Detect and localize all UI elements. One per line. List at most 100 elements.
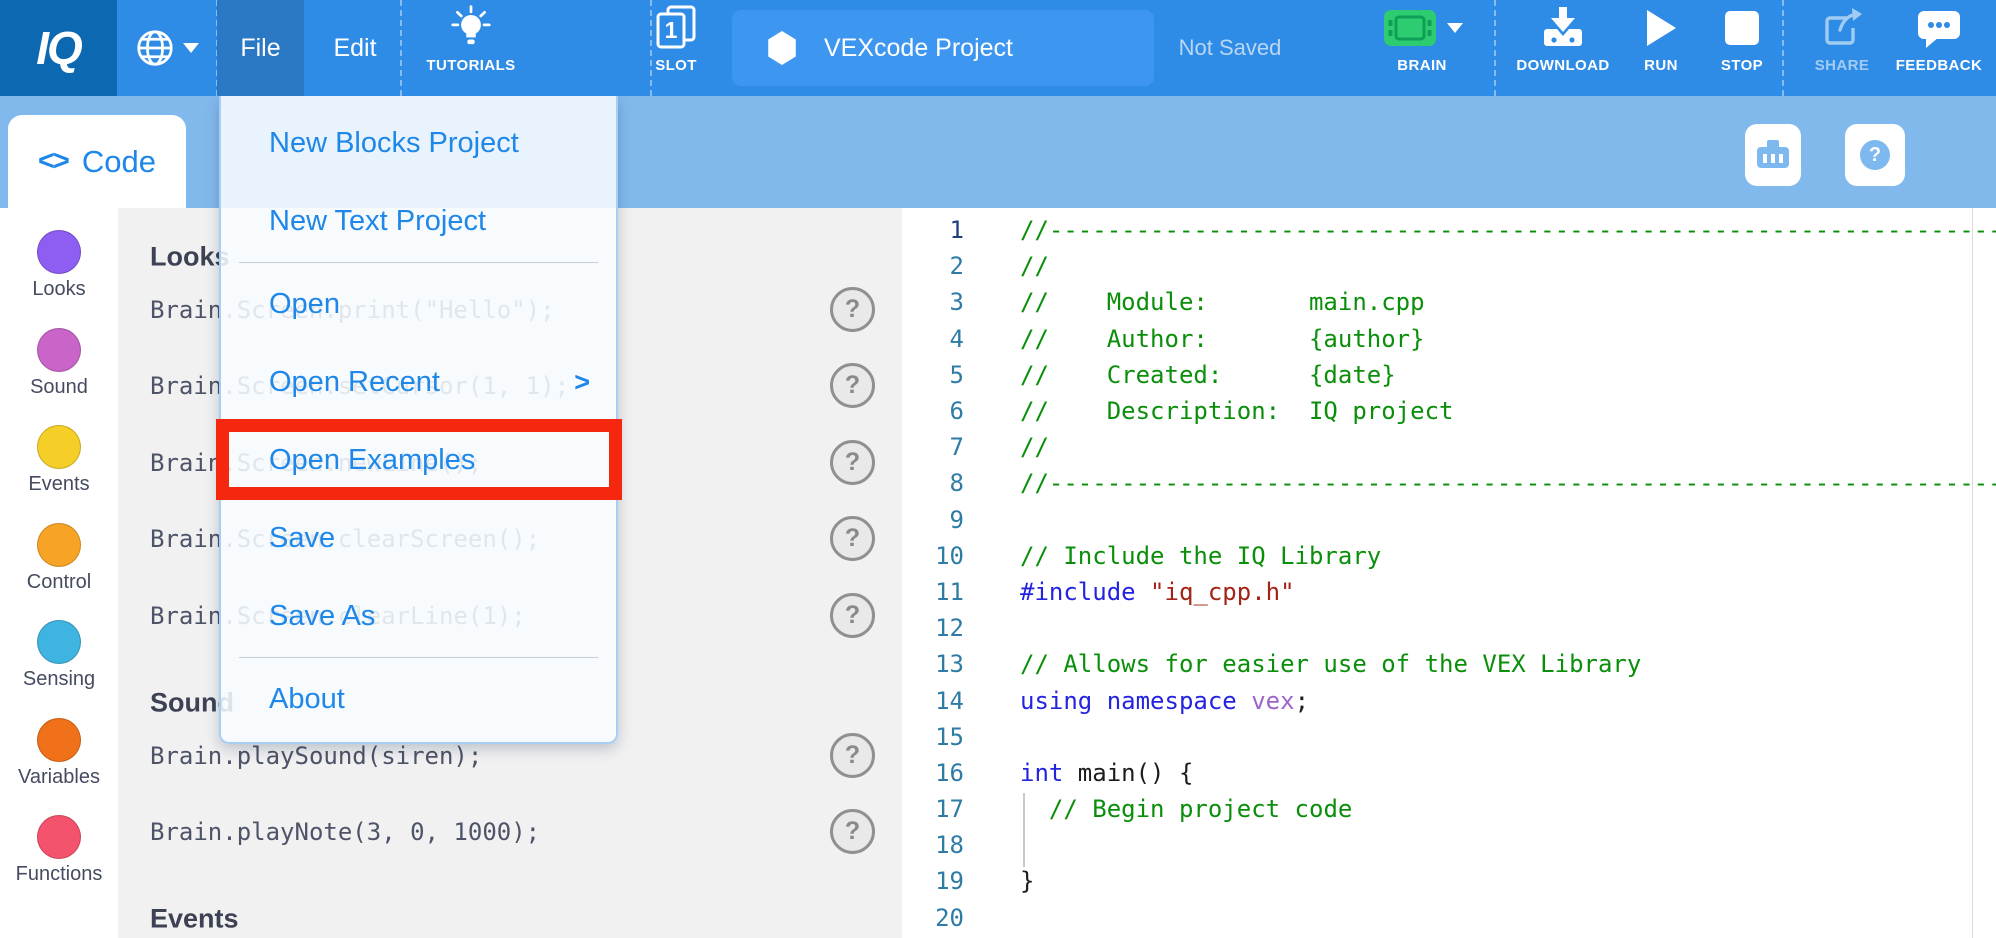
section-header-looks: Looks	[150, 242, 230, 273]
command-help-button[interactable]: ?	[830, 593, 875, 638]
stop-button[interactable]: STOP	[1707, 0, 1777, 96]
line-number: 6	[902, 397, 964, 425]
edit-menu-button[interactable]: Edit	[307, 0, 403, 96]
command-help-button[interactable]: ?	[830, 516, 875, 561]
chevron-down-icon	[183, 43, 199, 53]
menu-item-label: About	[269, 683, 345, 716]
slot-icon: 1	[652, 3, 700, 53]
line-code: int main() {	[1020, 759, 1193, 787]
feedback-button[interactable]: FEEDBACK	[1884, 0, 1994, 96]
line-code: // Include the IQ Library	[1020, 542, 1381, 570]
lightbulb-icon	[448, 4, 494, 52]
slot-button[interactable]: 1 SLOT	[641, 0, 711, 96]
line-code: // Begin project code	[1020, 795, 1352, 823]
help-button[interactable]: ?	[1845, 124, 1905, 186]
events-category-icon	[37, 425, 81, 469]
line-code: //	[1020, 252, 1049, 280]
command-help-button[interactable]: ?	[830, 809, 875, 854]
line-number: 9	[902, 506, 964, 534]
sidebar-item-events[interactable]: Events	[0, 425, 118, 496]
editor-line-14: 14using namespace vex;	[902, 682, 1996, 718]
tutorials-button[interactable]: TUTORIALS	[406, 0, 536, 96]
code-editor[interactable]: 1//-------------------------------------…	[902, 208, 1996, 938]
language-button[interactable]	[123, 0, 209, 96]
sidebar-item-functions[interactable]: Functions	[0, 815, 118, 886]
menu-item-save-as[interactable]: Save As	[221, 577, 616, 655]
editor-line-13: 13 // Allows for easier use of the VEX Li…	[902, 646, 1996, 682]
brain-button[interactable]: BRAIN	[1366, 0, 1478, 96]
line-number: 7	[902, 433, 964, 461]
project-name-button[interactable]: VEXcode Project	[732, 10, 1154, 86]
menu-item-new-blocks-project[interactable]: New Blocks Project	[221, 104, 616, 182]
line-number: 4	[902, 325, 964, 353]
line-code: using namespace vex;	[1020, 687, 1309, 715]
share-button[interactable]: SHARE	[1800, 0, 1884, 96]
editor-line-18: 18	[902, 827, 1996, 863]
question-mark-icon: ?	[1860, 140, 1890, 170]
sidebar-item-variables[interactable]: Variables	[0, 718, 118, 789]
edit-menu-label: Edit	[333, 34, 376, 63]
command-help-button[interactable]: ?	[830, 287, 875, 332]
category-label: Looks	[32, 278, 85, 301]
editor-line-5: 5// Created: {date}	[902, 357, 1996, 393]
category-label: Sound	[30, 376, 88, 399]
menu-item-open[interactable]: Open	[221, 265, 616, 343]
feedback-icon	[1916, 7, 1962, 49]
globe-icon	[134, 27, 176, 69]
stop-label: STOP	[1721, 58, 1763, 73]
download-button[interactable]: DOWNLOAD	[1498, 0, 1628, 96]
file-menu-label: File	[240, 34, 280, 63]
editor-line-11: 11 #include "iq_cpp.h"	[902, 574, 1996, 610]
section-header-events: Events	[150, 904, 239, 935]
command-help-button[interactable]: ?	[830, 363, 875, 408]
sidebar-item-sensing[interactable]: Sensing	[0, 620, 118, 691]
command-text[interactable]: Brain.playSound(siren);	[150, 742, 482, 770]
editor-line-6: 6// Description: IQ project	[902, 393, 1996, 429]
run-button[interactable]: RUN	[1631, 0, 1691, 96]
sensing-category-icon	[37, 620, 81, 664]
iq-logo: IQ	[0, 0, 117, 96]
code-tab-label: Code	[82, 144, 156, 180]
line-code: // Allows for easier use of the VEX Libr…	[1020, 650, 1641, 678]
command-help-button[interactable]: ?	[830, 733, 875, 778]
menu-divider	[239, 657, 598, 658]
brain-label: BRAIN	[1397, 58, 1447, 73]
menu-item-save[interactable]: Save	[221, 499, 616, 577]
line-code: //--------------------------------------…	[1020, 216, 1996, 244]
share-label: SHARE	[1815, 58, 1870, 73]
toolbar: IQ File Edit	[0, 0, 1996, 96]
menu-item-about[interactable]: About	[221, 660, 616, 738]
line-code: #include "iq_cpp.h"	[1020, 578, 1295, 606]
editor-line-1: 1//-------------------------------------…	[902, 212, 1996, 248]
category-label: Variables	[18, 766, 100, 789]
functions-category-icon	[37, 815, 81, 859]
play-icon	[1644, 8, 1678, 48]
editor-line-12: 12	[902, 610, 1996, 646]
sidebar-item-sound[interactable]: Sound	[0, 328, 118, 399]
menu-item-label: New Text Project	[269, 205, 486, 238]
file-menu-button[interactable]: File	[217, 0, 304, 96]
category-label: Sensing	[23, 668, 95, 691]
device-info-button[interactable]	[1745, 124, 1801, 186]
sound-category-icon	[37, 328, 81, 372]
chevron-down-icon	[1447, 23, 1463, 33]
editor-line-17: 17 // Begin project code	[902, 791, 1996, 827]
line-number: 17	[902, 795, 964, 823]
project-name: VEXcode Project	[824, 34, 1013, 63]
download-label: DOWNLOAD	[1516, 58, 1609, 73]
sidebar-item-looks[interactable]: Looks	[0, 230, 118, 301]
sidebar-item-control[interactable]: Control	[0, 523, 118, 594]
command-help-button[interactable]: ?	[830, 440, 875, 485]
line-number: 13	[902, 650, 964, 678]
menu-item-new-text-project[interactable]: New Text Project	[221, 182, 616, 260]
submenu-arrow-icon: >	[574, 367, 590, 398]
control-category-icon	[37, 523, 81, 567]
menu-item-open-recent[interactable]: Open Recent>	[221, 343, 616, 421]
line-number: 12	[902, 614, 964, 642]
editor-line-20: 20	[902, 900, 1996, 936]
tab-code[interactable]: <> Code	[8, 115, 186, 208]
line-code: }	[1020, 867, 1034, 895]
svg-text:1: 1	[665, 17, 678, 43]
command-text[interactable]: Brain.playNote(3, 0, 1000);	[150, 818, 540, 846]
line-number: 11	[902, 578, 964, 606]
